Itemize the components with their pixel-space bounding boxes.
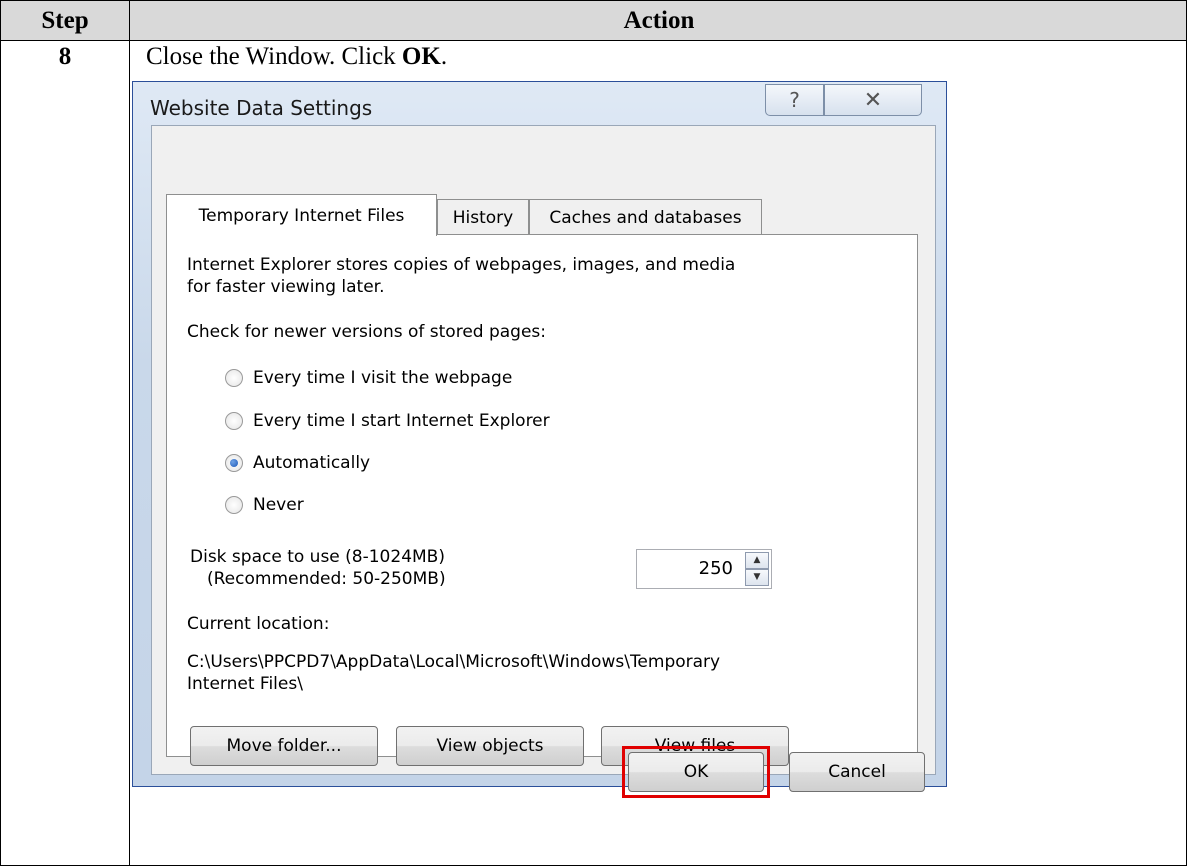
current-location-label: Current location: (187, 614, 330, 634)
location-path-line-1: C:\Users\PPCPD7\AppData\Local\Microsoft\… (187, 652, 721, 672)
tab-caches-and-databases[interactable]: Caches and databases (529, 199, 762, 236)
ok-highlight-box (622, 746, 770, 798)
disk-recommended-label: (Recommended: 50-250MB) (207, 569, 446, 589)
tab-temporary-internet-files[interactable]: Temporary Internet Files (166, 194, 437, 236)
radio-button[interactable] (225, 412, 243, 430)
action-column-header: Action (623, 7, 695, 34)
instruction-text: Close the Window. Click OK. (146, 41, 447, 73)
move-folder-button[interactable]: Move folder... (190, 726, 378, 766)
instruction-suffix: . (440, 43, 448, 70)
radio-label[interactable]: Automatically (253, 452, 370, 474)
cancel-button[interactable]: Cancel (789, 752, 925, 792)
dialog-title: Website Data Settings (150, 96, 373, 120)
stepper-buttons: ▲ ▼ (745, 552, 769, 586)
column-divider (129, 1, 130, 865)
close-button[interactable]: ✕ (824, 84, 922, 116)
step-column-header: Step (41, 7, 89, 34)
instruction-table: Step Action 8 Close the Window. Click OK… (0, 0, 1187, 866)
view-objects-button[interactable]: View objects (396, 726, 584, 766)
instruction-prefix: Close the Window. Click (146, 43, 402, 70)
close-icon: ✕ (863, 87, 883, 113)
description-line-1: Internet Explorer stores copies of webpa… (187, 255, 736, 275)
disk-space-stepper[interactable]: 250 ▲ ▼ (636, 549, 772, 589)
help-button[interactable]: ? (765, 84, 824, 116)
disk-space-label: Disk space to use (8-1024MB) (190, 547, 445, 567)
website-data-settings-dialog: Website Data Settings ? ✕ Temporary Inte… (132, 81, 947, 798)
radio-button[interactable] (225, 369, 243, 387)
location-path-line-2: Internet Files\ (187, 674, 303, 694)
dialog-client-area: Temporary Internet Files History Caches … (151, 125, 936, 775)
radio-label[interactable]: Never (253, 494, 304, 516)
description-line-2: for faster viewing later. (187, 277, 385, 297)
check-newer-label: Check for newer versions of stored pages… (187, 322, 547, 342)
radio-label[interactable]: Every time I visit the webpage (253, 367, 512, 389)
radio-button[interactable] (225, 454, 243, 472)
help-icon: ? (789, 88, 800, 112)
stepper-up-icon[interactable]: ▲ (745, 552, 769, 569)
tab-history[interactable]: History (437, 199, 529, 236)
disk-space-value[interactable]: 250 (699, 558, 733, 579)
instruction-bold: OK (401, 43, 441, 70)
step-number: 8 (58, 43, 72, 70)
table-header-row: Step Action (1, 1, 1186, 41)
radio-button[interactable] (225, 496, 243, 514)
stepper-down-icon[interactable]: ▼ (745, 569, 769, 586)
radio-label[interactable]: Every time I start Internet Explorer (253, 410, 550, 432)
